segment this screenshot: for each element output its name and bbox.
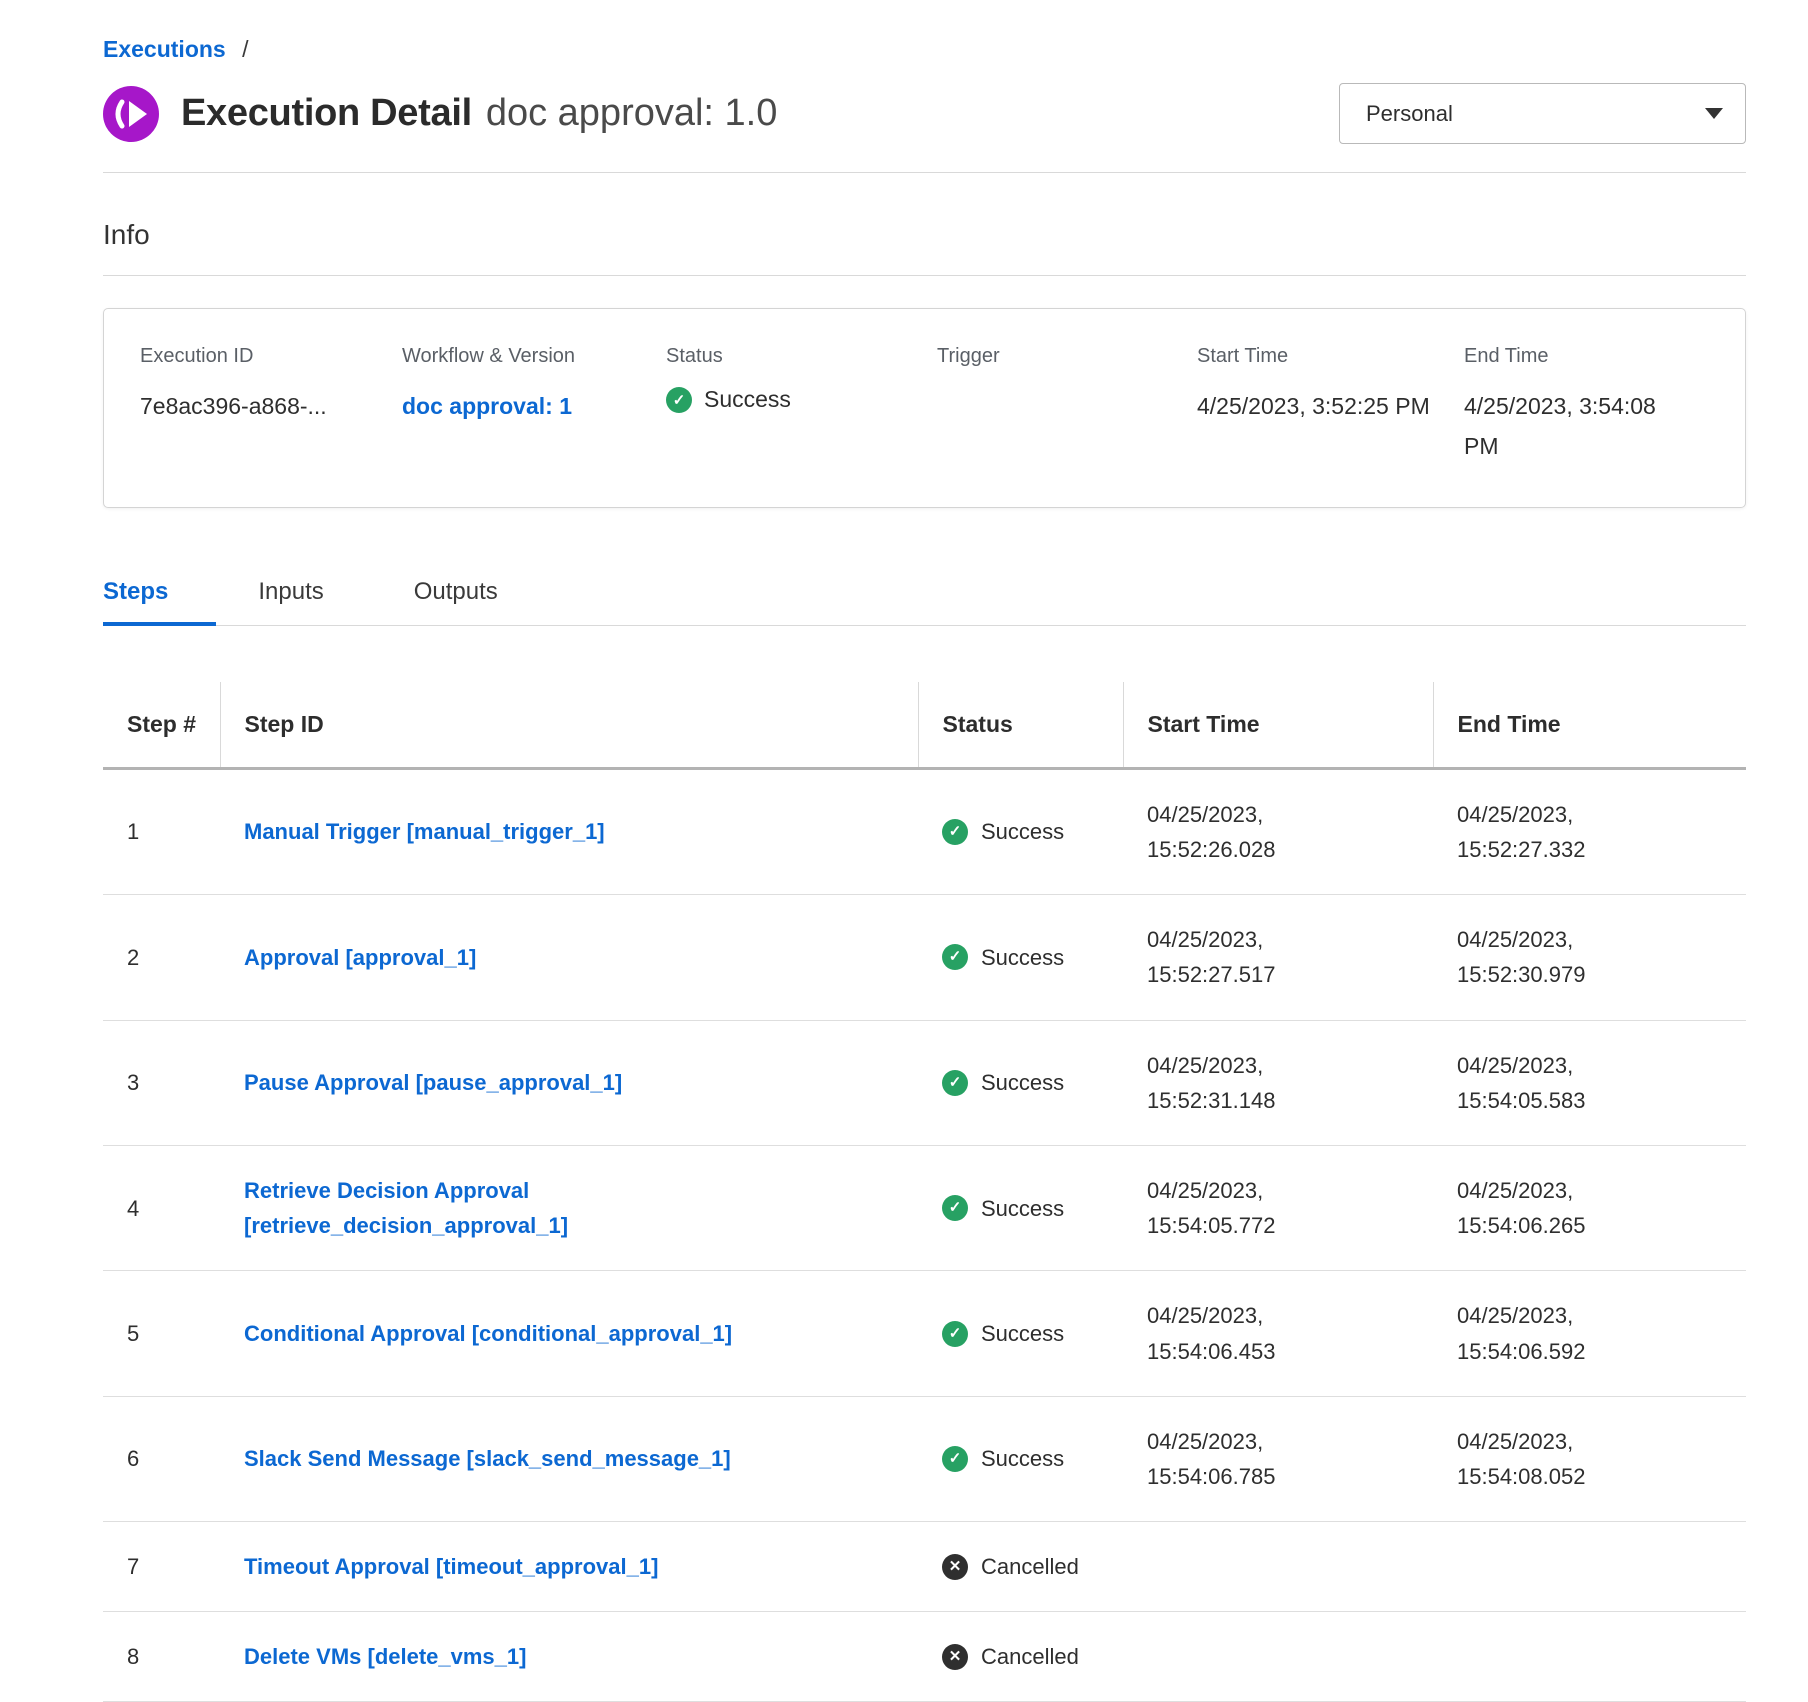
info-field-workflow: Workflow & Version doc approval: 1 (402, 345, 666, 467)
workspace-dropdown-value: Personal (1366, 101, 1453, 127)
table-row: 2 Approval [approval_1] ✓ Success 04/25/2… (103, 895, 1746, 1020)
tab-steps[interactable]: Steps (103, 568, 216, 626)
info-field-trigger: Trigger (937, 345, 1197, 467)
step-id-link[interactable]: Conditional Approval [conditional_approv… (244, 1316, 732, 1351)
execution-status-text: Success (704, 386, 791, 413)
step-start-time: 04/25/2023, 15:52:31.148 (1147, 1048, 1322, 1118)
step-id-link[interactable]: Slack Send Message [slack_send_message_1… (244, 1441, 731, 1476)
cancelled-icon: ✕ (942, 1554, 968, 1580)
info-field-status: Status ✓ Success (666, 345, 937, 467)
execution-detail-page: Executions / Execution Detail doc approv… (103, 0, 1746, 1702)
success-icon: ✓ (666, 387, 692, 413)
success-icon: ✓ (942, 1195, 968, 1221)
info-label: End Time (1464, 345, 1689, 368)
end-time-value: 4/25/2023, 3:54:08 PM (1464, 386, 1689, 467)
info-label: Workflow & Version (402, 345, 640, 368)
step-end-time: 04/25/2023, 15:54:06.265 (1457, 1173, 1632, 1243)
step-status-text: Success (981, 1441, 1064, 1476)
page-title: Execution Detail (181, 92, 472, 135)
step-status-text: Success (981, 1316, 1064, 1351)
step-status-text: Success (981, 814, 1064, 849)
info-label: Status (666, 345, 911, 368)
step-status-text: Success (981, 940, 1064, 975)
step-number: 2 (103, 895, 220, 1020)
step-number: 3 (103, 1020, 220, 1145)
step-id-link[interactable]: Manual Trigger [manual_trigger_1] (244, 814, 605, 849)
success-icon: ✓ (942, 944, 968, 970)
step-status-text: Success (981, 1065, 1064, 1100)
table-row: 8 Delete VMs [delete_vms_1] ✕ Cancelled (103, 1612, 1746, 1702)
step-end-time: 04/25/2023, 15:54:05.583 (1457, 1048, 1632, 1118)
table-row: 3 Pause Approval [pause_approval_1] ✓ Suc… (103, 1020, 1746, 1145)
step-end-time: 04/25/2023, 15:54:08.052 (1457, 1424, 1632, 1494)
info-label: Trigger (937, 345, 1171, 368)
info-section-heading: Info (103, 219, 1746, 251)
column-header-status: Status (918, 682, 1123, 769)
column-header-step-id: Step ID (220, 682, 918, 769)
column-header-start-time: Start Time (1123, 682, 1433, 769)
table-row: 5 Conditional Approval [conditional_appr… (103, 1271, 1746, 1396)
detail-tabs: Steps Inputs Outputs (103, 568, 1746, 626)
execution-id-value: 7e8ac396-a868-... (140, 386, 376, 426)
tab-outputs[interactable]: Outputs (414, 568, 546, 626)
tab-inputs[interactable]: Inputs (258, 568, 371, 626)
info-card: Execution ID 7e8ac396-a868-... Workflow … (103, 308, 1746, 508)
success-icon: ✓ (942, 1446, 968, 1472)
chevron-down-icon (1705, 108, 1723, 119)
execution-status: ✓ Success (666, 386, 911, 413)
info-field-execution-id: Execution ID 7e8ac396-a868-... (140, 345, 402, 467)
column-header-end-time: End Time (1433, 682, 1746, 769)
success-icon: ✓ (942, 1321, 968, 1347)
step-start-time: 04/25/2023, 15:54:05.772 (1147, 1173, 1322, 1243)
step-id-link[interactable]: Timeout Approval [timeout_approval_1] (244, 1549, 658, 1584)
info-field-end-time: End Time 4/25/2023, 3:54:08 PM (1464, 345, 1715, 467)
workflow-version-link[interactable]: doc approval: 1 (402, 386, 640, 426)
step-start-time: 04/25/2023, 15:52:26.028 (1147, 797, 1322, 867)
steps-table: Step # Step ID Status Start Time End Tim… (103, 682, 1746, 1702)
step-status-text: Success (981, 1191, 1064, 1226)
step-id-link[interactable]: Approval [approval_1] (244, 940, 476, 975)
step-status-text: Cancelled (981, 1639, 1079, 1674)
page-subtitle: doc approval: 1.0 (486, 92, 778, 135)
breadcrumb-executions-link[interactable]: Executions (103, 36, 226, 62)
step-number: 8 (103, 1612, 220, 1702)
table-row: 4 Retrieve Decision Approval [retrieve_d… (103, 1145, 1746, 1270)
step-start-time: 04/25/2023, 15:54:06.785 (1147, 1424, 1322, 1494)
step-end-time: 04/25/2023, 15:52:30.979 (1457, 922, 1632, 992)
table-header-row: Step # Step ID Status Start Time End Tim… (103, 682, 1746, 769)
breadcrumb: Executions / (103, 36, 1746, 63)
info-field-start-time: Start Time 4/25/2023, 3:52:25 PM (1197, 345, 1464, 467)
step-start-time: 04/25/2023, 15:54:06.453 (1147, 1298, 1322, 1368)
table-row: 7 Timeout Approval [timeout_approval_1] … (103, 1522, 1746, 1612)
step-id-link[interactable]: Pause Approval [pause_approval_1] (244, 1065, 622, 1100)
workflow-logo-icon (103, 86, 159, 142)
title-row: Execution Detail doc approval: 1.0 Perso… (103, 83, 1746, 144)
info-divider (103, 275, 1746, 276)
step-number: 6 (103, 1396, 220, 1521)
success-icon: ✓ (942, 1070, 968, 1096)
step-end-time: 04/25/2023, 15:52:27.332 (1457, 797, 1632, 867)
success-icon: ✓ (942, 819, 968, 845)
step-number: 1 (103, 768, 220, 894)
step-start-time: 04/25/2023, 15:52:27.517 (1147, 922, 1322, 992)
step-end-time: 04/25/2023, 15:54:06.592 (1457, 1298, 1632, 1368)
breadcrumb-separator: / (242, 36, 248, 62)
cancelled-icon: ✕ (942, 1644, 968, 1670)
step-number: 4 (103, 1145, 220, 1270)
table-row: 1 Manual Trigger [manual_trigger_1] ✓ Suc… (103, 768, 1746, 894)
workspace-dropdown[interactable]: Personal (1339, 83, 1746, 144)
step-number: 5 (103, 1271, 220, 1396)
info-label: Start Time (1197, 345, 1438, 368)
step-number: 7 (103, 1522, 220, 1612)
title-divider (103, 172, 1746, 173)
step-status-text: Cancelled (981, 1549, 1079, 1584)
step-id-link[interactable]: Retrieve Decision Approval [retrieve_dec… (244, 1173, 804, 1243)
column-header-step-num: Step # (103, 682, 220, 769)
start-time-value: 4/25/2023, 3:52:25 PM (1197, 386, 1438, 426)
table-row: 6 Slack Send Message [slack_send_message… (103, 1396, 1746, 1521)
info-label: Execution ID (140, 345, 376, 368)
step-id-link[interactable]: Delete VMs [delete_vms_1] (244, 1639, 526, 1674)
